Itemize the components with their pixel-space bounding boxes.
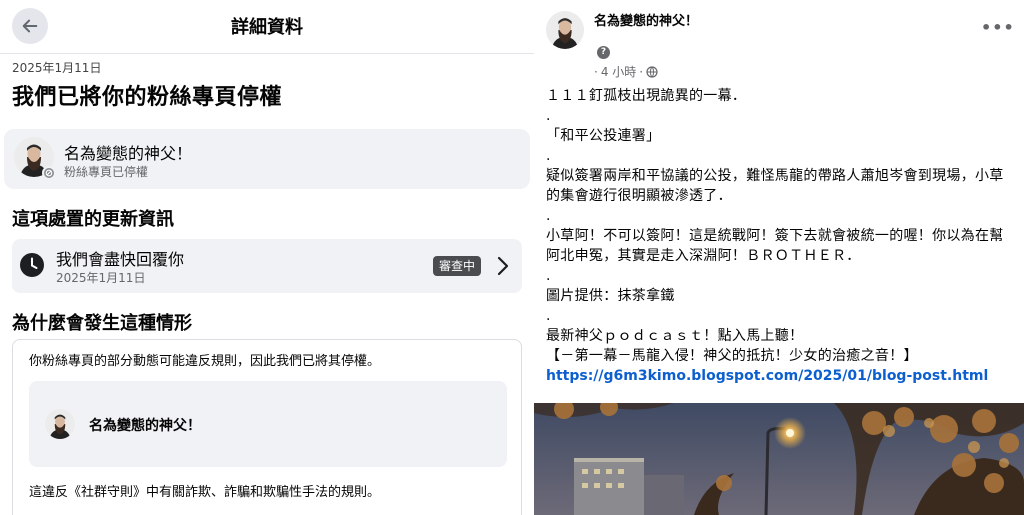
page-name: 名為變態的神父！	[64, 144, 193, 163]
post-line: 【－第一幕－馬龍入侵！神父的抵抗！少女的治癒之音！】	[546, 348, 918, 364]
avatar	[45, 409, 75, 439]
post-line: 圖片提供：抹茶拿鐵	[546, 288, 675, 304]
inner-page-name: 名為變態的神父！	[89, 418, 201, 434]
globe-icon	[646, 65, 658, 78]
clock-icon	[20, 253, 44, 277]
post-link[interactable]: https://g6m3kimo.blogspot.com/2025/01/bl…	[546, 366, 1016, 386]
meta-dot: ·	[639, 64, 644, 79]
post-meta: · 4 小時 ·	[594, 63, 658, 80]
post-body: １１１釘孤枝出現詭異的一幕． . 「和平公投連署」 . 疑似簽署兩岸和平協議的公…	[546, 86, 1016, 386]
post-line: .	[546, 148, 551, 164]
post-time[interactable]: 4 小時	[601, 63, 636, 80]
update-title: 我們會盡快回覆你	[56, 250, 185, 269]
post-line: .	[546, 108, 551, 124]
page-title: 我們已將你的粉絲專頁停權	[12, 85, 283, 110]
post-line: .	[546, 268, 551, 284]
chevron-right-icon	[497, 256, 509, 276]
post-line: 最新神父ｐｏｄｃａｓｔ！點入馬上聽！	[546, 328, 804, 344]
post-photo[interactable]	[534, 403, 1024, 515]
status-badge: 審查中	[433, 256, 482, 276]
update-section-title: 這項處置的更新資訊	[12, 209, 174, 230]
help-icon[interactable]: ?	[597, 46, 610, 59]
reason-box: 你粉絲專頁的部分動態可能違反規則，因此我們已將其停權。 名為變態的神父！ 這違反…	[12, 339, 522, 515]
update-date: 2025年1月11日	[56, 271, 146, 285]
more-icon[interactable]: •••	[981, 18, 1015, 37]
post-panel: 名為變態的神父！ ••• ? · 4 小時 · １１１釘孤枝出現詭異的一幕． .…	[534, 0, 1024, 515]
meta-dot: ·	[594, 64, 598, 79]
post-line: 疑似簽署兩岸和平協議的公投，難怪馬龍的帶路人蕭旭岑會到現場，小草的集會遊行很明顯…	[546, 168, 1004, 204]
reason-section-title: 為什麼會發生這種情形	[12, 313, 192, 334]
page-card[interactable]: 名為變態的神父！ 粉絲專頁已停權	[4, 129, 530, 189]
page-status: 粉絲專頁已停權	[64, 165, 149, 179]
inner-page-card: 名為變態的神父！	[29, 381, 507, 467]
avatar[interactable]	[546, 11, 584, 49]
header-title: 詳細資料	[231, 17, 303, 38]
violation-text: 這違反《社群守則》中有關詐欺、詐騙和欺騙性手法的規則。	[29, 485, 381, 500]
details-header: 詳細資料	[0, 0, 534, 54]
reason-text: 你粉絲專頁的部分動態可能違反規則，因此我們已將其停權。	[29, 354, 381, 369]
post-line: 小草阿！不可以簽阿！這是統戰阿！簽下去就會被統一的喔！你以為在幫阿北申冤，其實是…	[546, 228, 1004, 264]
details-panel: 詳細資料 2025年1月11日 我們已將你的粉絲專頁停權 名為變態的神父！ 粉絲…	[0, 0, 534, 515]
notice-date: 2025年1月11日	[12, 61, 102, 75]
post-line: .	[546, 308, 551, 324]
post-line: .	[546, 208, 551, 224]
update-card[interactable]: 我們會盡快回覆你 2025年1月11日 審查中	[12, 239, 522, 293]
blocked-badge-icon	[42, 166, 56, 180]
post-line: １１１釘孤枝出現詭異的一幕．	[546, 88, 747, 104]
post-line: 「和平公投連署」	[546, 128, 661, 144]
post-author[interactable]: 名為變態的神父！	[594, 10, 698, 29]
